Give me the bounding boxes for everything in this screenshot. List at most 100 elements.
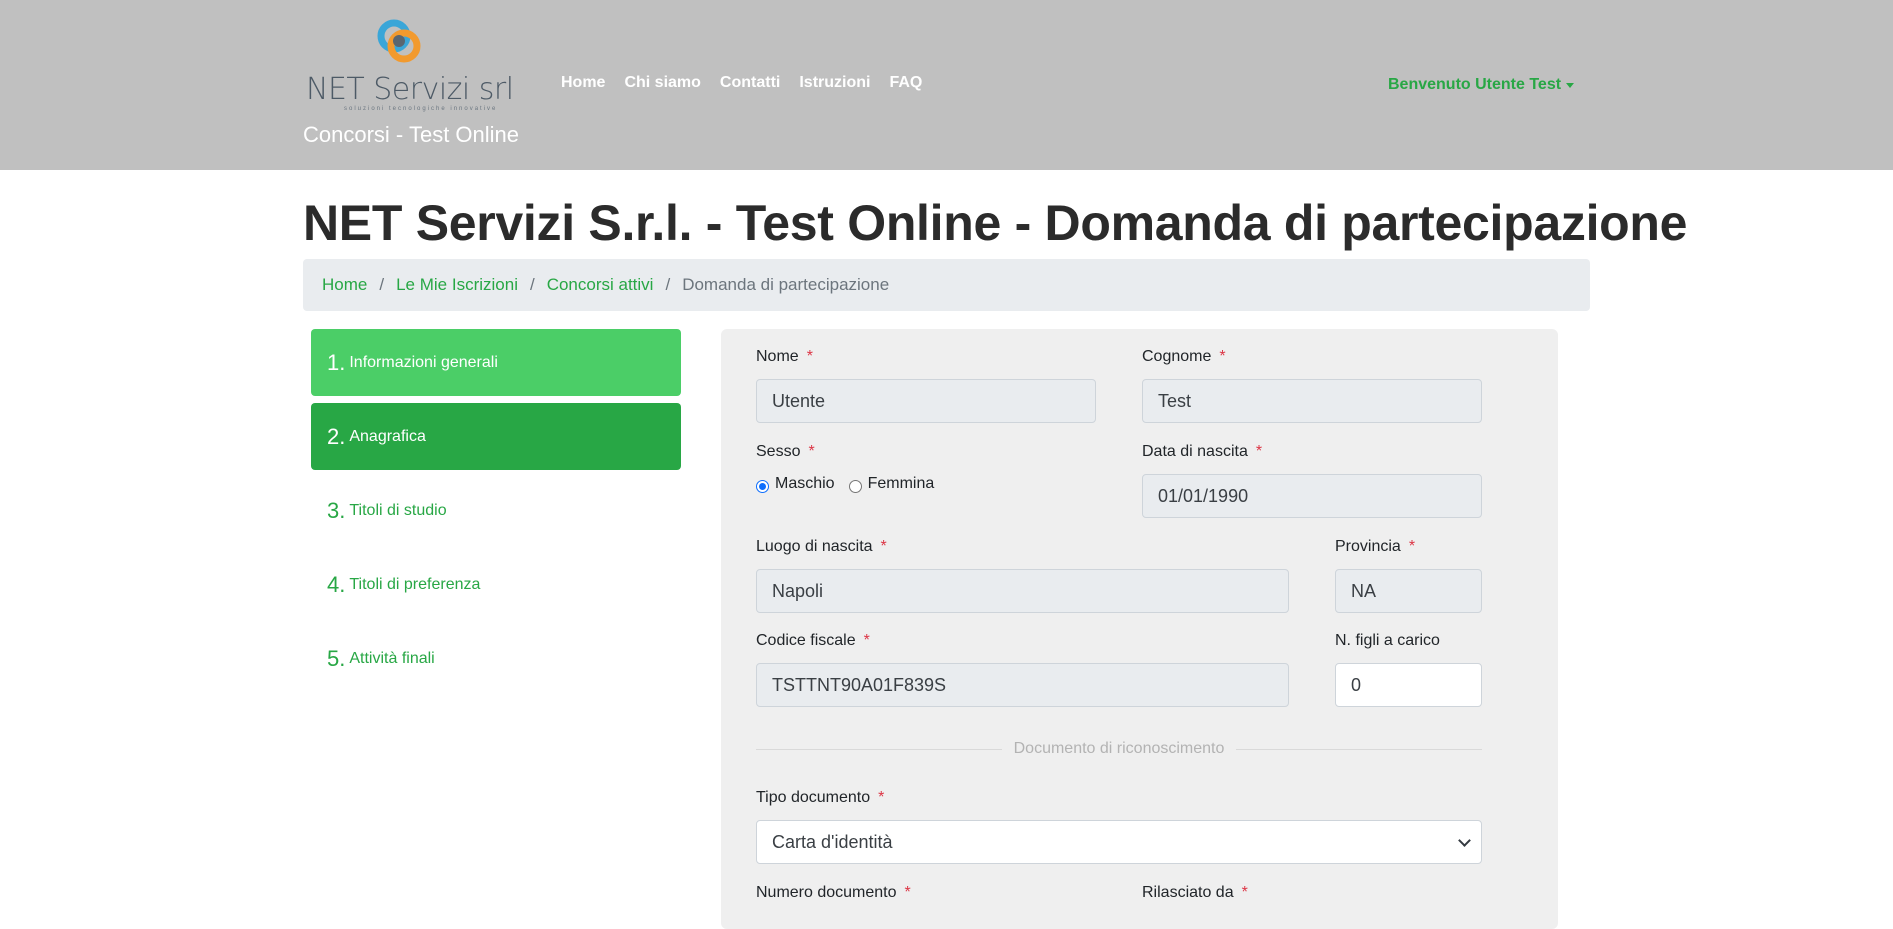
- required-mark: *: [863, 632, 870, 649]
- top-navbar: NET Servizi srl soluzioni tecnologiche i…: [0, 0, 1893, 170]
- data-nascita-label: Data di nascita *: [1142, 443, 1262, 461]
- logo-text: NET Servizi srl: [306, 72, 514, 107]
- breadcrumb-separator: /: [665, 275, 671, 294]
- luogo-nascita-label: Luogo di nascita *: [756, 538, 887, 556]
- rilasciato-da-label-text: Rilasciato da: [1142, 884, 1234, 901]
- tipo-documento-value: Carta d'identità: [772, 831, 893, 852]
- wizard-steps: 1. Informazioni generali 2. Anagrafica 3…: [311, 329, 681, 699]
- figli-value: 0: [1351, 674, 1362, 695]
- provincia-label: Provincia *: [1335, 538, 1415, 556]
- required-mark: *: [880, 538, 887, 555]
- step-number: 4.: [327, 571, 346, 597]
- documento-section-divider: Documento di riconoscimento: [756, 739, 1483, 759]
- nav-faq[interactable]: FAQ: [889, 74, 922, 92]
- radio-selected-icon[interactable]: [756, 479, 769, 493]
- data-nascita-value: 01/01/1990: [1158, 485, 1249, 506]
- breadcrumb-le-mie-iscrizioni[interactable]: Le Mie Iscrizioni: [396, 275, 518, 295]
- numero-documento-label-text: Numero documento: [756, 884, 897, 901]
- figli-input[interactable]: 0: [1335, 663, 1482, 707]
- provincia-value: NA: [1351, 580, 1377, 601]
- required-mark: *: [806, 348, 813, 365]
- required-mark: *: [1255, 443, 1263, 460]
- documento-section-title: Documento di riconoscimento: [1013, 740, 1225, 757]
- codice-fiscale-label: Codice fiscale *: [756, 632, 870, 650]
- cognome-field[interactable]: Test: [1142, 379, 1482, 423]
- cognome-value: Test: [1158, 390, 1192, 411]
- divider-line: [756, 748, 1002, 750]
- breadcrumb-concorsi-attivi[interactable]: Concorsi attivi: [547, 275, 654, 295]
- radio-maschio[interactable]: Maschio: [756, 475, 835, 493]
- nav-chi-siamo[interactable]: Chi siamo: [624, 74, 700, 92]
- logo-subtext: soluzioni tecnologiche innovative: [344, 106, 498, 112]
- step-attivita-finali[interactable]: 5. Attività finali: [311, 625, 681, 692]
- provincia-label-text: Provincia: [1335, 538, 1401, 555]
- page-title: NET Servizi S.r.l. - Test Online - Doman…: [303, 195, 1688, 251]
- tipo-documento-label-text: Tipo documento: [756, 789, 871, 806]
- step-label: Anagrafica: [349, 427, 426, 445]
- main-nav: Home Chi siamo Contatti Istruzioni FAQ: [561, 74, 941, 92]
- nome-label: Nome *: [756, 348, 813, 366]
- caret-down-icon: [1566, 82, 1575, 88]
- anagrafica-form: Nome * Utente Cognome * Test Sesso * Maschi…: [721, 329, 1558, 929]
- breadcrumb-home[interactable]: Home: [322, 275, 367, 295]
- nav-istruzioni[interactable]: Istruzioni: [799, 74, 870, 92]
- cognome-label: Cognome *: [1142, 348, 1226, 366]
- rilasciato-da-label: Rilasciato da *: [1142, 884, 1248, 902]
- radio-maschio-label: Maschio: [775, 475, 835, 492]
- codice-fiscale-field[interactable]: TSTTNT90A01F839S: [756, 663, 1289, 707]
- breadcrumb-separator: /: [379, 275, 385, 294]
- step-titoli-di-studio[interactable]: 3. Titoli di studio: [311, 477, 681, 544]
- radio-femmina[interactable]: Femmina: [848, 475, 935, 493]
- required-mark: *: [1408, 538, 1416, 555]
- step-label: Attività finali: [349, 649, 435, 667]
- radio-femmina-label: Femmina: [867, 475, 935, 492]
- step-titoli-di-preferenza[interactable]: 4. Titoli di preferenza: [311, 551, 681, 618]
- logo-circles-icon: [377, 19, 421, 63]
- chevron-down-icon: [1458, 834, 1471, 847]
- nome-field[interactable]: Utente: [756, 379, 1096, 423]
- user-menu-dropdown[interactable]: Benvenuto Utente Test: [1388, 76, 1575, 94]
- sesso-label: Sesso *: [756, 443, 815, 461]
- nome-label-text: Nome: [756, 348, 799, 365]
- sesso-radio-group: Maschio Femmina: [756, 475, 948, 493]
- divider-line: [1236, 748, 1483, 750]
- tipo-documento-label: Tipo documento *: [756, 789, 884, 807]
- provincia-field[interactable]: NA: [1335, 569, 1482, 613]
- data-nascita-label-text: Data di nascita: [1142, 443, 1248, 460]
- required-mark: *: [1241, 884, 1248, 901]
- radio-unselected-icon[interactable]: [848, 479, 862, 493]
- company-logo[interactable]: NET Servizi srl soluzioni tecnologiche i…: [306, 14, 514, 118]
- breadcrumb-separator: /: [529, 275, 535, 294]
- user-menu-label: Benvenuto Utente Test: [1388, 76, 1562, 93]
- data-nascita-field[interactable]: 01/01/1990: [1142, 474, 1482, 518]
- numero-documento-label: Numero documento *: [756, 884, 911, 902]
- required-mark: *: [878, 789, 885, 806]
- step-label: Titoli di studio: [349, 501, 447, 519]
- step-number: 3.: [327, 497, 346, 523]
- step-anagrafica[interactable]: 2. Anagrafica: [311, 403, 681, 470]
- nav-contatti[interactable]: Contatti: [720, 74, 780, 92]
- step-label: Titoli di preferenza: [349, 575, 481, 593]
- luogo-nascita-value: Napoli: [772, 580, 824, 601]
- codice-fiscale-value: TSTTNT90A01F839S: [772, 674, 947, 695]
- luogo-nascita-label-text: Luogo di nascita: [756, 538, 873, 555]
- tipo-documento-select[interactable]: Carta d'identità: [756, 820, 1482, 864]
- nome-value: Utente: [772, 390, 826, 411]
- sesso-label-text: Sesso: [756, 443, 801, 460]
- nav-home[interactable]: Home: [561, 74, 605, 92]
- step-label: Informazioni generali: [349, 353, 498, 371]
- codice-fiscale-label-text: Codice fiscale: [756, 632, 856, 649]
- step-informazioni-generali[interactable]: 1. Informazioni generali: [311, 329, 681, 396]
- required-mark: *: [1219, 348, 1226, 365]
- breadcrumb: Home / Le Mie Iscrizioni / Concorsi atti…: [303, 259, 1590, 311]
- step-number: 2.: [327, 423, 346, 449]
- required-mark: *: [904, 884, 911, 901]
- required-mark: *: [808, 443, 815, 460]
- breadcrumb-current: Domanda di partecipazione: [682, 275, 890, 294]
- step-number: 1.: [327, 349, 346, 375]
- luogo-nascita-field[interactable]: Napoli: [756, 569, 1289, 613]
- step-number: 5.: [327, 645, 346, 671]
- cognome-label-text: Cognome: [1142, 348, 1212, 365]
- figli-label: N. figli a carico: [1335, 632, 1440, 649]
- site-subtitle: Concorsi - Test Online: [303, 122, 520, 147]
